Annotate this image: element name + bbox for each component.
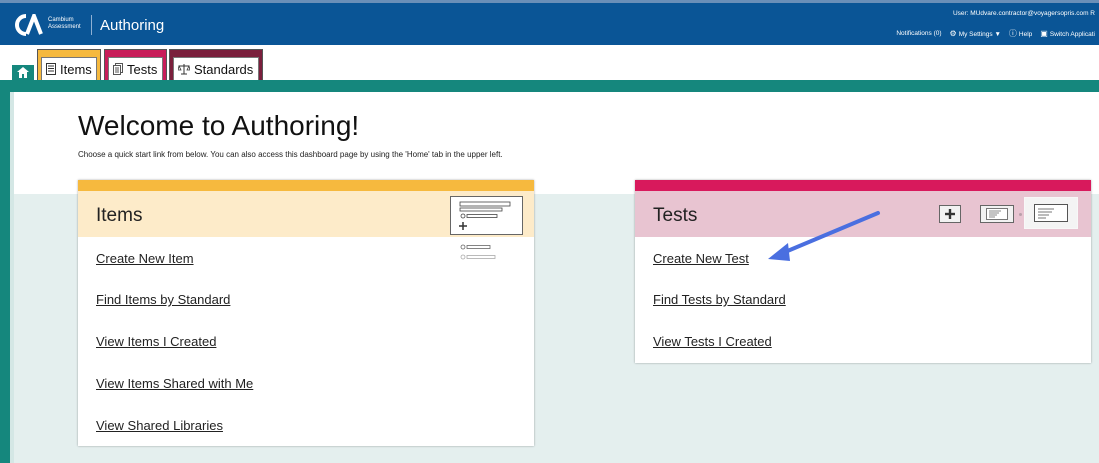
create-new-test-link[interactable]: Create New Test [653,251,749,266]
items-card-accent-bar [78,180,534,191]
help-circle-icon: ⓘ [1008,29,1017,38]
app-title: Authoring [100,17,165,34]
my-settings-link[interactable]: ⚙ My Settings ▼ [950,29,1001,38]
tab-tests[interactable]: Tests [104,49,167,80]
tab-items-label: Items [60,61,92,77]
tab-standards[interactable]: Standards [169,49,263,80]
page-title: Welcome to Authoring! [78,110,360,141]
add-test-button[interactable] [939,205,961,223]
help-label: Help [1018,31,1033,38]
annotation-arrow-icon [768,211,880,261]
switch-app-label: Switch Applicati [1049,31,1095,38]
gear-icon: ⚙ [949,29,957,38]
items-card-title: Items [96,205,143,226]
user-info: User: MUdvare.contractor@voyagersopris.c… [952,10,1095,17]
cambium-logo-icon [15,14,43,36]
document-icon [46,63,56,75]
top-links: Notifications (0) ⚙ My Settings ▼ ⓘ Help ▣… [896,28,1095,39]
view-items-shared-with-me-link[interactable]: View Items Shared with Me [96,376,253,391]
tests-document-icon [113,63,123,75]
items-card-header: Items [78,191,534,260]
tab-home[interactable] [12,65,34,80]
welcome-area [14,92,1099,194]
list-view-icon [986,208,1008,220]
view-tests-i-created-link[interactable]: View Tests I Created [653,334,772,349]
home-icon [17,67,29,78]
view-items-i-created-link[interactable]: View Items I Created [96,334,216,349]
items-card: Items Create New Item Find Items by Stan… [78,180,534,446]
switch-application-link[interactable]: ▣ Switch Applicati [1040,29,1095,38]
plus-icon [945,209,955,219]
separator-dot [1019,213,1022,216]
tests-card-accent-bar [635,180,1091,191]
notifications-link[interactable]: Notifications (0) [896,30,941,37]
top-header: Cambium Assessment Authoring User: MUdva… [0,0,1099,45]
left-border [0,92,10,463]
tests-card-title: Tests [653,205,698,226]
page-subtitle: Choose a quick start link from below. Yo… [78,150,503,159]
tab-items[interactable]: Items [37,49,101,80]
find-tests-by-standard-link[interactable]: Find Tests by Standard [653,292,786,307]
logo-text: Cambium Assessment [48,17,81,30]
create-new-item-link[interactable]: Create New Item [96,251,194,266]
find-items-by-standard-link[interactable]: Find Items by Standard [96,292,230,307]
tab-tests-label: Tests [127,61,158,77]
help-link[interactable]: ⓘ Help [1009,28,1032,39]
layout-selector[interactable] [1024,197,1078,229]
list-view-button[interactable] [980,205,1014,223]
items-layout-icon[interactable] [450,196,524,262]
layout-view-icon [1034,204,1068,222]
header-divider [91,15,92,35]
my-settings-label: My Settings ▼ [958,31,1001,38]
scales-icon [178,64,190,75]
view-shared-libraries-link[interactable]: View Shared Libraries [96,418,223,433]
switch-app-icon: ▣ [1040,29,1048,38]
tab-standards-label: Standards [194,61,254,77]
teal-strip [0,80,1099,92]
